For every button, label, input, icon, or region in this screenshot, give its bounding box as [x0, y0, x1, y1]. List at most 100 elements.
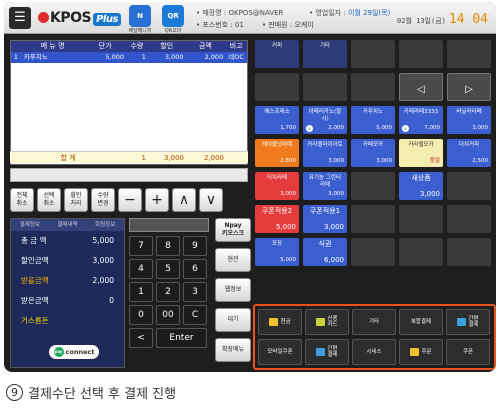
- key-7[interactable]: 7: [129, 236, 153, 256]
- menu-item-tile[interactable]: 기타: [303, 40, 347, 68]
- menu-item-tile[interactable]: 아메리카노(할 시) 2,000 ◎: [303, 106, 347, 134]
- payment-method-button[interactable]: 신용 카드: [305, 309, 349, 335]
- unit-price: 5,000: [105, 53, 125, 61]
- menu-item-tile[interactable]: 카페라떼3333 7,000 ◎: [399, 106, 443, 134]
- entrance-button[interactable]: 현관: [215, 248, 251, 272]
- menu-item-label: 바닐라라떼: [456, 109, 482, 115]
- sum-label: 합 계: [60, 154, 76, 162]
- caption-text: 결제수단 선택 후 결제 진행: [28, 387, 177, 402]
- key-2[interactable]: 2: [156, 282, 180, 302]
- cancel-selected-button[interactable]: 선택 취소: [37, 188, 61, 212]
- extended-menu-button[interactable]: 확장메뉴: [215, 338, 251, 362]
- key-clear[interactable]: C: [183, 305, 207, 325]
- barcode-input[interactable]: [10, 168, 248, 182]
- menu-name: 카푸치노: [23, 53, 48, 61]
- menu-item-price: 2,000: [328, 125, 344, 131]
- wait-button[interactable]: 대기: [215, 308, 251, 332]
- menu-item-price: 3,000: [419, 190, 440, 198]
- key-5[interactable]: 5: [156, 259, 180, 279]
- tab-member-info[interactable]: 회원정보: [86, 219, 124, 231]
- npay-kiosk-button[interactable]: Npay 키오스크: [215, 218, 251, 242]
- key-6[interactable]: 6: [183, 259, 207, 279]
- key-0[interactable]: 0: [129, 305, 153, 325]
- menu-item-tile[interactable]: 포장 5,000: [255, 238, 299, 266]
- payment-method-label: 간편 결제: [327, 346, 338, 358]
- menu-item-tile[interactable]: 커피: [255, 40, 299, 68]
- next-page-button[interactable]: ▷: [447, 73, 491, 101]
- backspace-key[interactable]: <: [129, 328, 153, 348]
- empty-tile: [447, 40, 491, 68]
- menu-item-tile[interactable]: 바닐라라떼 3,000: [447, 106, 491, 134]
- key-3[interactable]: 3: [183, 282, 207, 302]
- key-4[interactable]: 4: [129, 259, 153, 279]
- payment-method-button[interactable]: 쿠폰: [446, 339, 490, 365]
- cancel-all-button[interactable]: 전체 취소: [10, 188, 34, 212]
- empty-tile: [399, 205, 443, 233]
- menu-item-price: 3,000: [328, 158, 344, 164]
- empty-tile: [351, 172, 395, 200]
- payment-method-button[interactable]: 모바일쿠폰: [258, 339, 302, 365]
- col-header: 메 뉴 명: [40, 42, 65, 50]
- payment-method-button[interactable]: 주문: [399, 339, 443, 365]
- menu-item-tile[interactable]: 새상품 3,000: [399, 172, 443, 200]
- empty-tile: [255, 73, 299, 101]
- hamburger-menu-icon[interactable]: ☰: [9, 7, 31, 29]
- enter-key[interactable]: Enter: [156, 328, 207, 348]
- payco-connect-button[interactable]: pay connect: [49, 345, 99, 359]
- menu-item-label: 쿠폰적용1: [309, 207, 341, 215]
- prev-page-button[interactable]: ◁: [399, 73, 443, 101]
- col-header: 금액: [198, 42, 212, 50]
- menu-item-price: 5,000: [280, 257, 296, 263]
- payment-method-button[interactable]: 간편 결제: [305, 339, 349, 365]
- key-00[interactable]: 00: [156, 305, 180, 325]
- pay-icon: pay: [53, 347, 64, 357]
- menu-item-grid: 커피 기타 ◁ ▷ 에스프레소 1,700 아메리카노(할 시) 2,000 ◎ 카푸치노 5,00…: [255, 40, 496, 302]
- empty-tile: [399, 40, 443, 68]
- menu-item-price: 3,000: [328, 191, 344, 197]
- payment-method-button[interactable]: 현금: [258, 309, 302, 335]
- menu-item-label: 새상품: [411, 174, 431, 182]
- payment-method-button[interactable]: 시네스: [352, 339, 396, 365]
- tab-payment-info[interactable]: 결제정보: [11, 219, 49, 231]
- menu-item-tile[interactable]: 카푸치노 5,000: [351, 106, 395, 134]
- web-info-button[interactable]: 웹정보: [215, 278, 251, 302]
- menu-item-tile[interactable]: 더치커피 2,500: [447, 139, 491, 167]
- change-quantity-button[interactable]: 수량 변경: [91, 188, 115, 212]
- qr-order-icon[interactable]: QR: [162, 5, 184, 27]
- down-arrow-button[interactable]: ∨: [199, 188, 223, 212]
- menu-item-label: 기타: [319, 43, 331, 49]
- empty-tile: [303, 73, 347, 101]
- menu-item-tile[interactable]: 카라멜마끼아토 3,000: [303, 139, 347, 167]
- tab-payment-history[interactable]: 결제내역: [49, 219, 87, 231]
- payment-method-button[interactable]: 기타: [352, 309, 396, 335]
- menu-item-tile[interactable]: 유기농 그린티 라떼 3,000: [303, 172, 347, 200]
- payment-info-panel: 결제정보 결제내역 회원정보 총 금 액 5,000 할인금액 3,000 받을금액…: [10, 218, 125, 368]
- discount-button[interactable]: 할인 처리: [64, 188, 88, 212]
- payment-method-button[interactable]: 복합결제: [399, 309, 443, 335]
- menu-item-tile[interactable]: 쿠폰적용2 5,000: [255, 205, 299, 233]
- caption: 9 결제수단 선택 후 결제 진행: [6, 383, 176, 402]
- order-icon: [410, 348, 420, 356]
- delivery-manager-icon[interactable]: N: [129, 5, 151, 27]
- up-arrow-button[interactable]: ∧: [172, 188, 196, 212]
- menu-item-label: 더치커피: [458, 142, 480, 148]
- menu-item-tile[interactable]: 카라멜모카 품절: [399, 139, 443, 167]
- top-bar: ☰ KPOS Plus N 배달메니저 QR QR오더 • 매장명 : OKPOS…: [4, 2, 496, 34]
- menu-item-price: 1,700: [280, 125, 296, 131]
- menu-item-price: 2,500: [472, 158, 488, 164]
- menu-item-tile[interactable]: 더치라떼 3,000: [255, 172, 299, 200]
- col-header: 수량: [130, 42, 144, 50]
- empty-tile: [447, 172, 491, 200]
- table-row[interactable]: 1 카푸치노 5,000 1 3,000 2,000 네OC: [11, 52, 247, 63]
- key-1[interactable]: 1: [129, 282, 153, 302]
- menu-item-tile[interactable]: 에스프레소 1,700: [255, 106, 299, 134]
- minus-button[interactable]: −: [118, 188, 142, 212]
- payment-method-button[interactable]: 간편 결제: [446, 309, 490, 335]
- menu-item-tile[interactable]: 헤이즐넛라떼 2,800: [255, 139, 299, 167]
- menu-item-tile[interactable]: 쿠폰적용1 3,000: [303, 205, 347, 233]
- key-8[interactable]: 8: [156, 236, 180, 256]
- menu-item-tile[interactable]: 식권 6,000: [303, 238, 347, 266]
- menu-item-tile[interactable]: 카페모카 3,000: [351, 139, 395, 167]
- key-9[interactable]: 9: [183, 236, 207, 256]
- plus-button[interactable]: +: [145, 188, 169, 212]
